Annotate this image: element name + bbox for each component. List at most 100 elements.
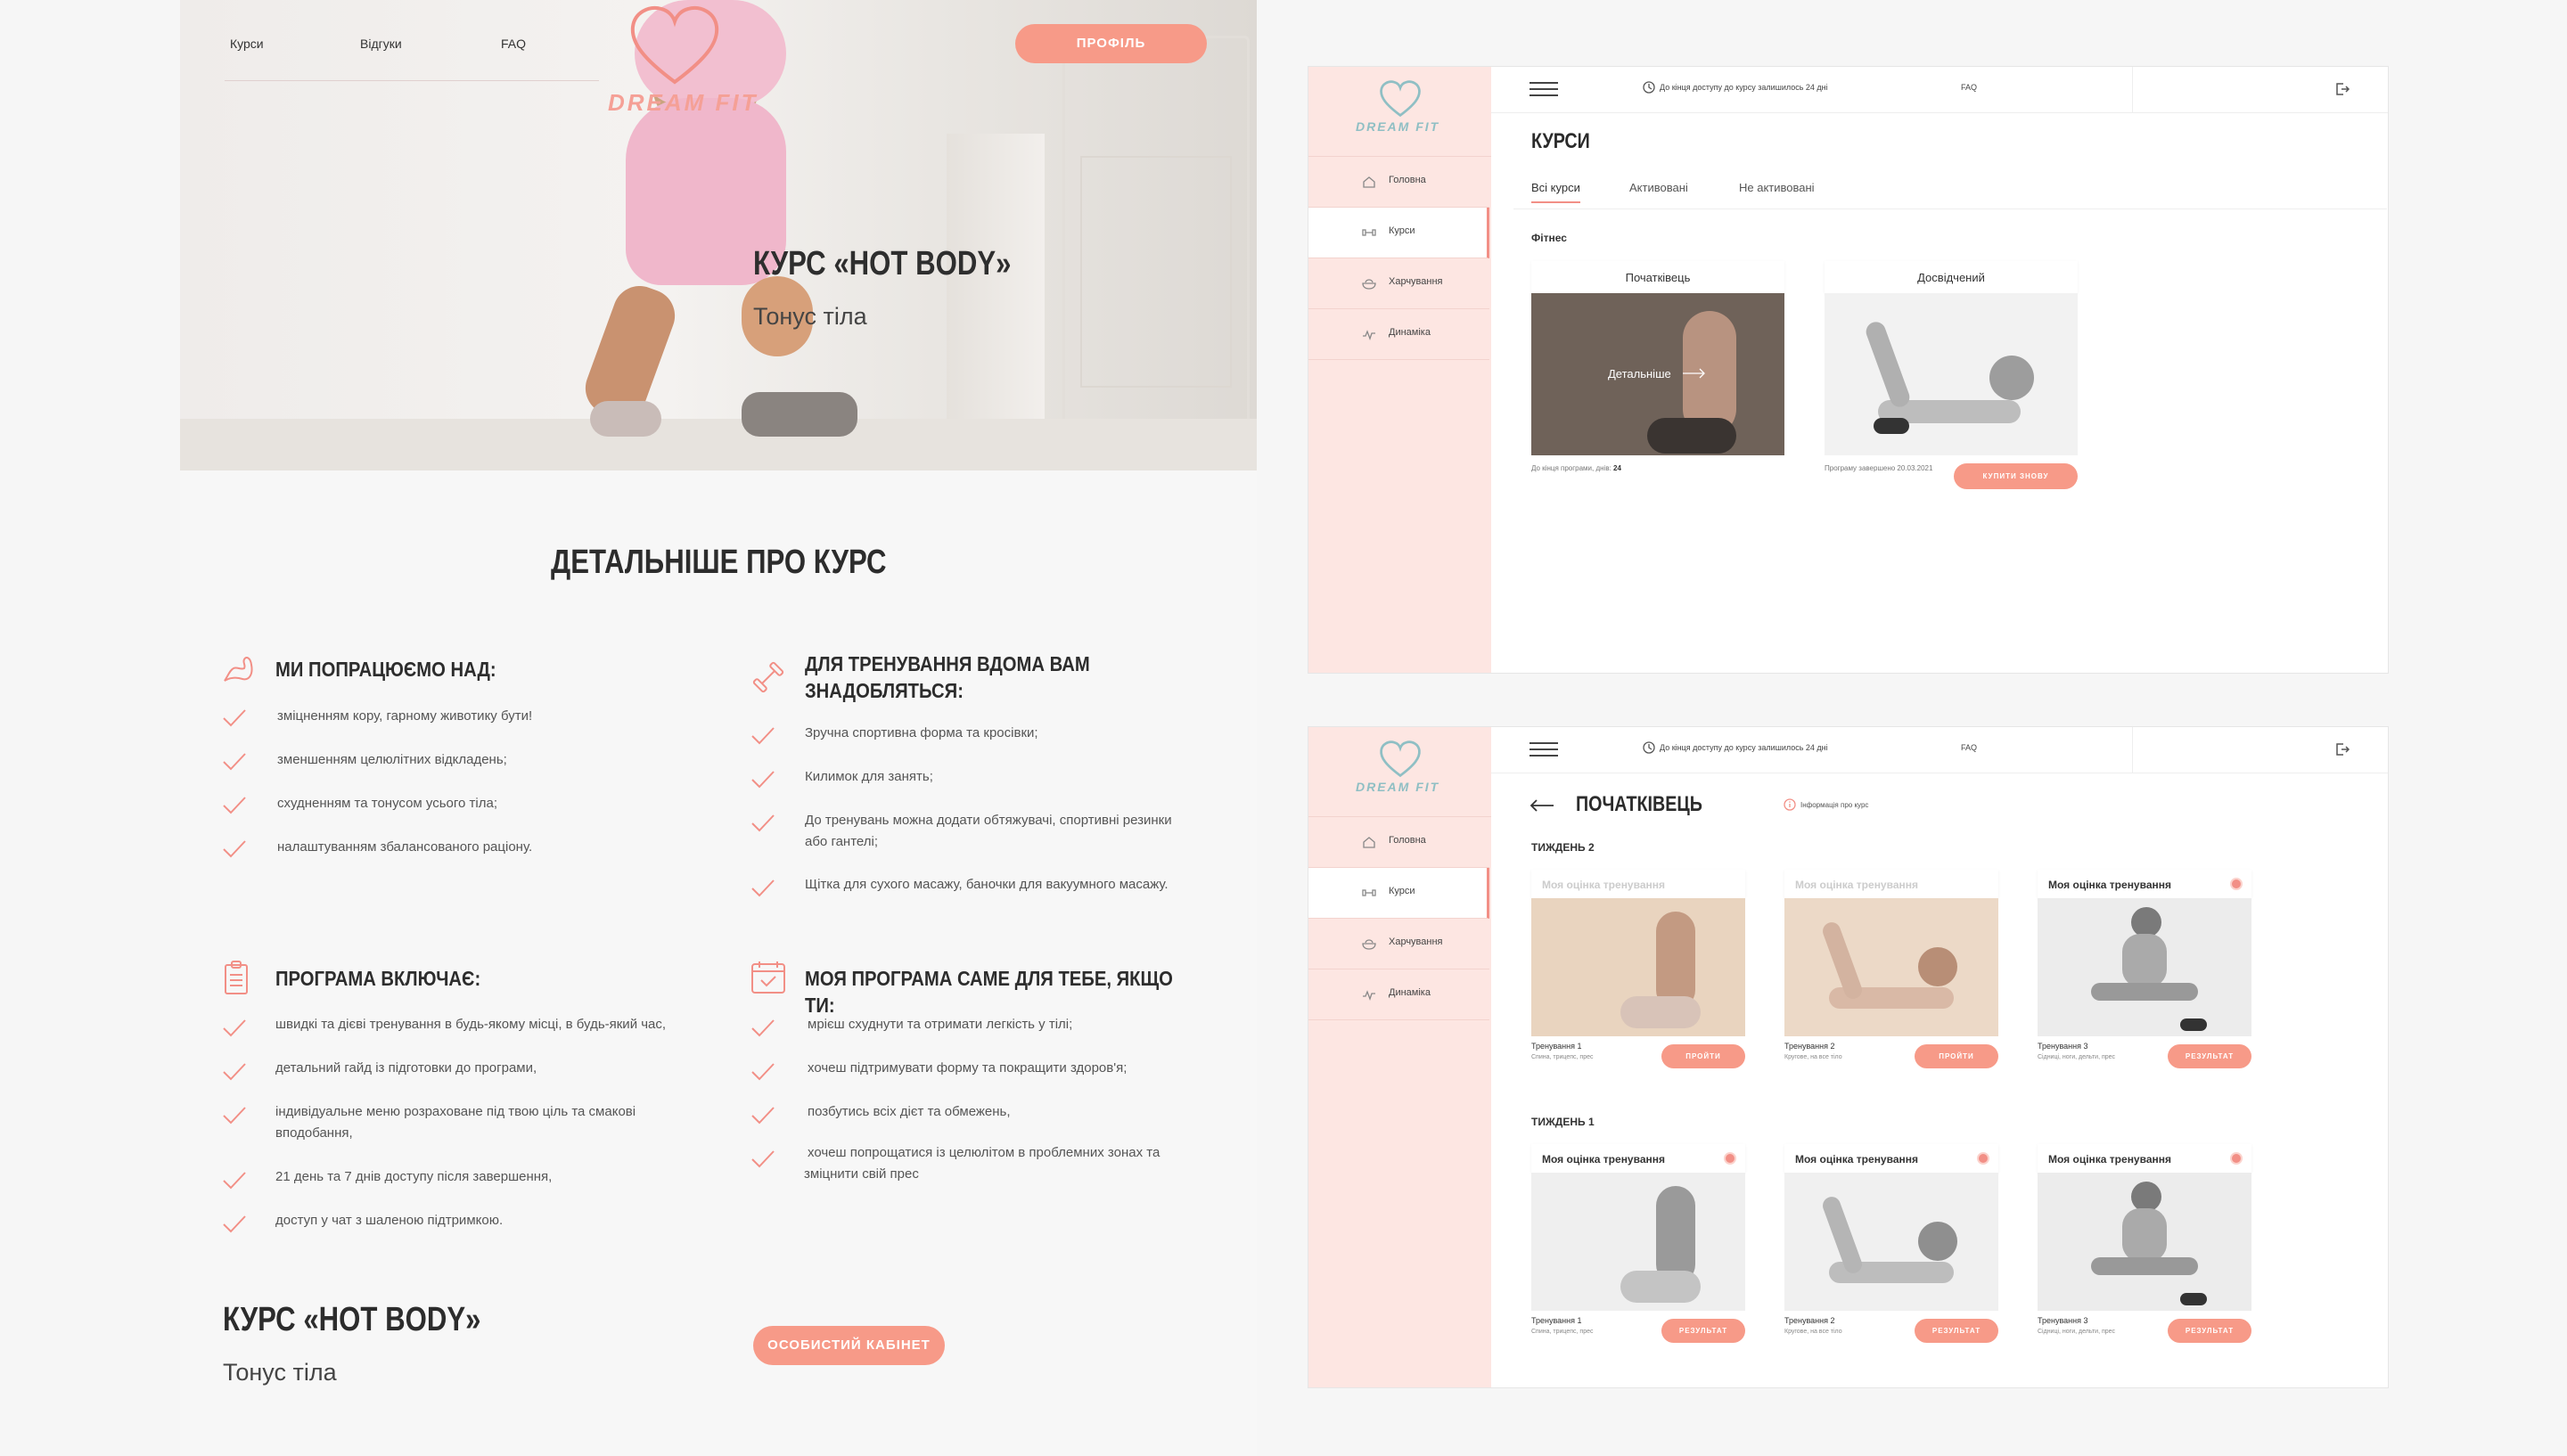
pulse-chart-icon	[1363, 330, 1375, 340]
courses-screen: DREAM FIT Головна Курси Харчування Динам…	[1308, 66, 2389, 674]
program-title: ПРОГРАМА ВКЛЮЧАЄ:	[275, 967, 481, 990]
list-item: або гантелі;	[805, 834, 879, 849]
page-title: КУРСИ	[1531, 129, 1590, 153]
workout-description: Кругове, на все тіло	[1784, 1329, 1842, 1335]
profile-button[interactable]: ПРОФІЛЬ	[1015, 24, 1207, 63]
emoji-rating-icon[interactable]	[2230, 1152, 2243, 1165]
check-icon	[751, 771, 775, 789]
heart-logo-icon	[630, 6, 719, 85]
course-level: Досвідчений	[1917, 271, 1985, 284]
list-item: швидкі та дієві тренування в будь-якому …	[275, 1017, 667, 1032]
logo-text: DREAM FIT	[1356, 119, 1440, 134]
result-button[interactable]: РЕЗУЛЬТАТ	[1661, 1319, 1745, 1343]
nav-courses[interactable]: Курси	[230, 37, 264, 51]
emoji-rating-icon[interactable]	[1977, 1152, 1989, 1165]
nav-faq[interactable]: FAQ	[501, 37, 526, 51]
heart-logo-icon	[1380, 740, 1421, 778]
check-icon	[223, 1019, 246, 1037]
course-image	[1825, 293, 2078, 455]
emoji-rating-icon[interactable]	[2230, 878, 2243, 890]
logout-icon[interactable]	[2334, 81, 2350, 97]
list-item: хочеш попрощатися із целюлітом в проблем…	[808, 1145, 1160, 1160]
workout-description: Сідниці, ноги, дельти, прес	[2038, 1054, 2116, 1060]
hero-title: КУРС «HOT BODY»	[753, 245, 1012, 282]
muscle-arm-icon	[224, 657, 253, 682]
rating-label: Моя оцінка тренування	[2048, 1153, 2171, 1166]
tab-activated[interactable]: Активовані	[1629, 181, 1688, 194]
page-title: ПОЧАТКІВЕЦЬ	[1576, 792, 1702, 816]
sidebar-item-nutrition[interactable]: Харчування	[1308, 258, 1489, 309]
check-icon	[751, 814, 775, 832]
list-item: Килимок для занять;	[805, 769, 933, 784]
sidebar-item-home[interactable]: Головна	[1308, 157, 1489, 208]
list-item: схудненням та тонусом усього тіла;	[277, 796, 498, 811]
footer-title: КУРС «HOT BODY»	[223, 1301, 481, 1338]
sidebar-item-courses[interactable]: Курси	[1308, 868, 1489, 919]
tab-all-courses[interactable]: Всі курси	[1531, 181, 1580, 203]
workout-card[interactable]: Моя оцінка тренування Тренування 1 Спина…	[1531, 870, 1745, 1070]
workout-card[interactable]: Моя оцінка тренування Тренування 2 Круго…	[1784, 870, 1998, 1070]
completed-date: Програму завершено 20.03.2021	[1825, 464, 1933, 472]
workout-card[interactable]: Моя оцінка тренування Тренування 3 Сідни…	[2038, 870, 2251, 1070]
result-button[interactable]: РЕЗУЛЬТАТ	[2168, 1319, 2251, 1343]
list-item: зменшенням целюлітних відкладень;	[277, 752, 507, 767]
course-card-beginner[interactable]: Початківець Детальніше До кінця програми…	[1531, 261, 1784, 519]
check-icon	[751, 727, 775, 745]
logo-text: DREAM FIT	[608, 89, 759, 116]
access-notice: До кінця доступу до курсу залишилось 24 …	[1660, 83, 1828, 92]
back-arrow-icon[interactable]	[1530, 798, 1554, 813]
info-icon[interactable]	[1784, 798, 1796, 811]
rating-label: Моя оцінка тренування	[1795, 879, 1918, 891]
menu-icon[interactable]	[1530, 741, 1558, 757]
list-item: вподобання,	[275, 1125, 353, 1141]
list-item: Щітка для сухого масажу, баночки для вак…	[805, 877, 1169, 892]
start-workout-button[interactable]: ПРОЙТИ	[1915, 1044, 1998, 1068]
sidebar-item-nutrition[interactable]: Харчування	[1308, 919, 1489, 969]
faq-link[interactable]: FAQ	[1961, 743, 1977, 752]
rating-label: Моя оцінка тренування	[1542, 879, 1665, 891]
sidebar-item-dynamics[interactable]: Динаміка	[1308, 309, 1489, 360]
home-need-title-2: ЗНАДОБЛЯТЬСЯ:	[805, 679, 964, 702]
footer-subtitle: Тонус тіла	[223, 1359, 337, 1386]
list-item: доступ у чат з шаленою підтримкою.	[275, 1213, 504, 1228]
workout-card[interactable]: Моя оцінка тренування Тренування 1 Спина…	[1531, 1144, 1745, 1345]
workout-description: Спина, трицепс, прес	[1531, 1329, 1594, 1335]
faq-link[interactable]: FAQ	[1961, 83, 1977, 92]
workout-name: Тренування 3	[2038, 1042, 2088, 1051]
workout-image	[1784, 898, 1998, 1036]
details-link[interactable]: Детальніше	[1608, 367, 1671, 380]
personal-cabinet-button[interactable]: ОСОБИСТИЙ КАБІНЕТ	[753, 1326, 945, 1365]
check-icon	[223, 753, 246, 771]
emoji-rating-icon[interactable]	[1724, 1152, 1736, 1165]
result-button[interactable]: РЕЗУЛЬТАТ	[2168, 1044, 2251, 1068]
days-left: До кінця програми, днів: 24	[1531, 464, 1621, 472]
dumbbell-icon	[1362, 889, 1376, 896]
result-button[interactable]: РЕЗУЛЬТАТ	[1915, 1319, 1998, 1343]
start-workout-button[interactable]: ПРОЙТИ	[1661, 1044, 1745, 1068]
sidebar-item-home[interactable]: Головна	[1308, 817, 1489, 868]
list-item: зміцнити свій прес	[804, 1166, 919, 1182]
buy-again-button[interactable]: КУПИТИ ЗНОВУ	[1954, 463, 2078, 489]
check-icon	[223, 1215, 246, 1233]
course-card-experienced[interactable]: Досвідчений Програму завершено 20.03.202…	[1825, 261, 2078, 519]
brand-logo: DREAM FIT	[608, 4, 756, 128]
workout-name: Тренування 2	[1784, 1042, 1835, 1051]
workout-description: Сідниці, ноги, дельти, прес	[2038, 1329, 2116, 1335]
workout-card[interactable]: Моя оцінка тренування Тренування 3 Сідни…	[2038, 1144, 2251, 1345]
menu-icon[interactable]	[1530, 81, 1558, 97]
sidebar-item-courses[interactable]: Курси	[1308, 208, 1489, 258]
sidebar-item-dynamics[interactable]: Динаміка	[1308, 969, 1489, 1020]
workout-image	[1531, 1173, 1745, 1311]
nav-reviews[interactable]: Відгуки	[360, 37, 402, 51]
workout-name: Тренування 1	[1531, 1316, 1582, 1325]
tab-not-activated[interactable]: Не активовані	[1739, 181, 1815, 194]
sidebar-logo: DREAM FIT	[1351, 740, 1449, 811]
workout-card[interactable]: Моя оцінка тренування Тренування 2 Круго…	[1784, 1144, 1998, 1345]
planner-icon	[751, 961, 785, 994]
course-info-link[interactable]: Інформація про курс	[1800, 801, 1868, 809]
list-item: налаштуванням збалансованого раціону.	[277, 839, 533, 855]
workout-description: Кругове, на все тіло	[1784, 1054, 1842, 1060]
bowl-icon	[1362, 279, 1376, 290]
logout-icon[interactable]	[2334, 741, 2350, 757]
heart-logo-icon	[1380, 80, 1421, 118]
